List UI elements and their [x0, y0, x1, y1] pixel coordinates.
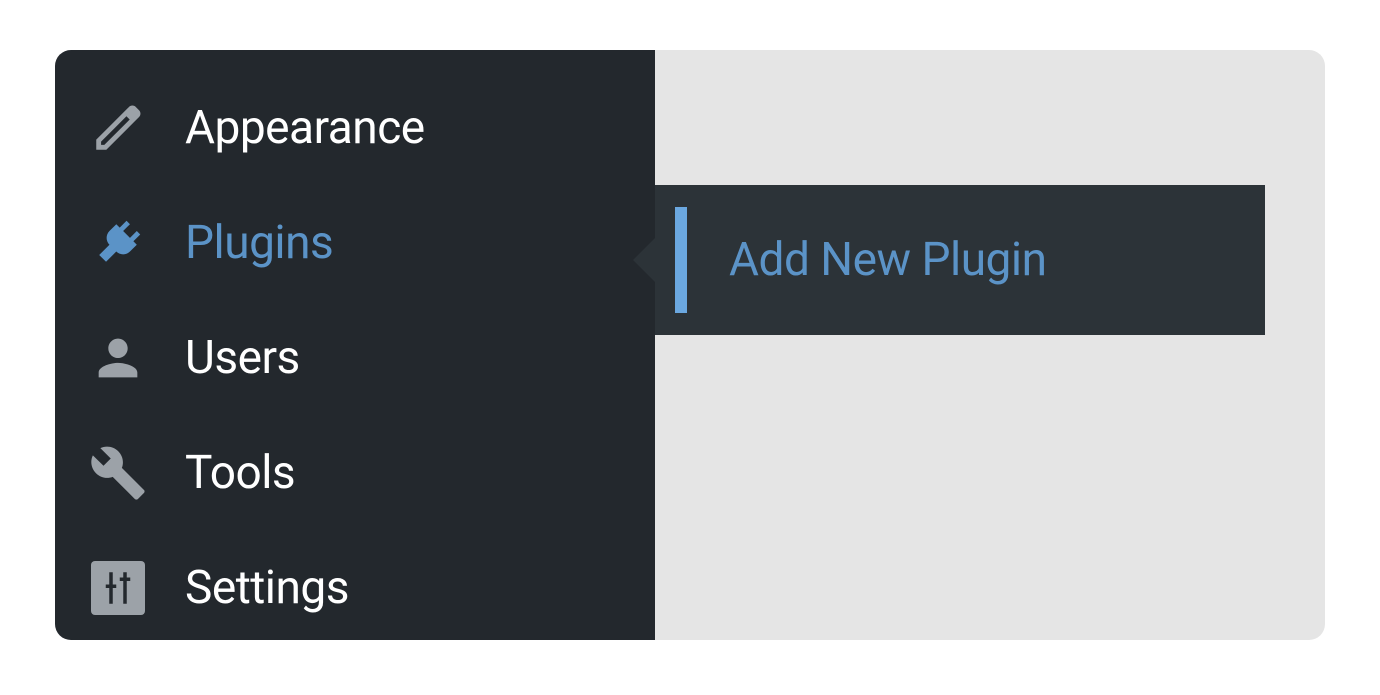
sidebar-item-users[interactable]: Users	[55, 300, 655, 415]
sidebar-item-plugins[interactable]: Plugins	[55, 185, 655, 300]
sidebar-item-label: Users	[185, 331, 300, 385]
sidebar-item-label: Appearance	[185, 101, 425, 155]
admin-panel: Appearance Plugins Users Tools	[55, 50, 1325, 640]
plug-icon	[83, 208, 153, 278]
submenu-label: Add New Plugin	[729, 233, 1046, 287]
admin-sidebar: Appearance Plugins Users Tools	[55, 50, 655, 640]
sidebar-item-settings[interactable]: Settings	[55, 530, 655, 640]
wrench-icon	[83, 438, 153, 508]
submenu-add-new-plugin[interactable]: Add New Plugin	[655, 185, 1265, 335]
sliders-icon	[83, 553, 153, 623]
user-icon	[83, 323, 153, 393]
brush-icon	[83, 93, 153, 163]
active-indicator	[675, 207, 687, 313]
sidebar-item-label: Plugins	[185, 216, 333, 270]
sidebar-item-label: Settings	[185, 561, 349, 615]
sidebar-item-label: Tools	[185, 446, 295, 500]
sidebar-item-tools[interactable]: Tools	[55, 415, 655, 530]
sidebar-item-appearance[interactable]: Appearance	[55, 70, 655, 185]
